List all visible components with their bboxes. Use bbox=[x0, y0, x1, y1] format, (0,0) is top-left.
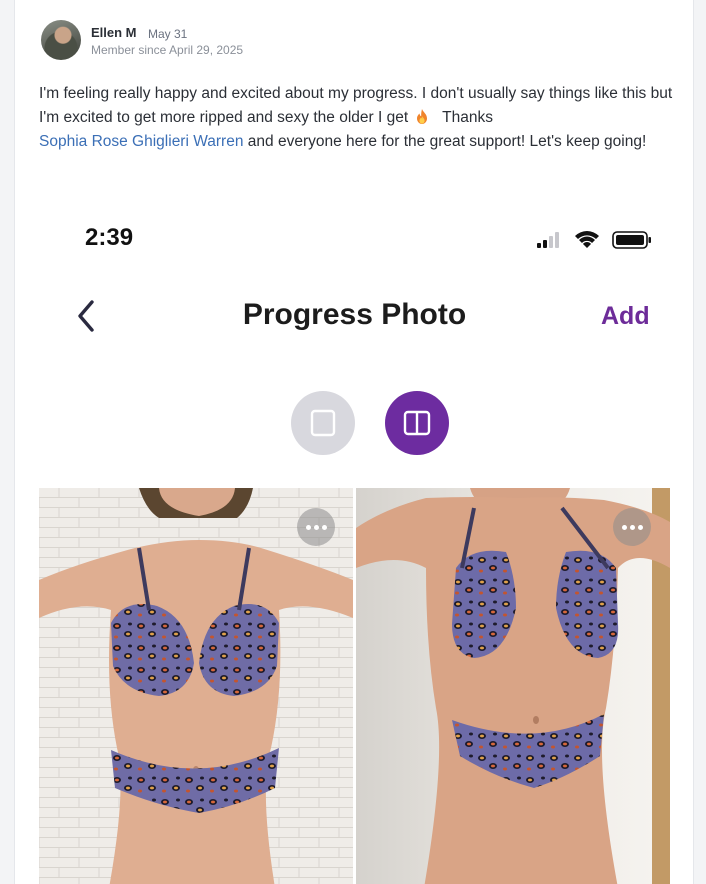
wifi-icon bbox=[575, 231, 599, 248]
mention-link[interactable]: Sophia Rose Ghiglieri Warren bbox=[39, 133, 243, 150]
author-name[interactable]: Ellen M bbox=[91, 25, 137, 40]
member-since: Member since April 29, 2025 bbox=[91, 43, 244, 57]
split-view-button[interactable] bbox=[385, 391, 449, 455]
single-frame-icon bbox=[310, 409, 336, 437]
progress-photo-screenshot: 2:39 Progress Photo Add bbox=[39, 208, 670, 884]
post-card: Ellen M May 31 Member since April 29, 20… bbox=[14, 0, 694, 884]
fire-emoji-icon bbox=[417, 109, 428, 124]
before-photo-image bbox=[39, 488, 353, 884]
avatar[interactable] bbox=[41, 20, 81, 60]
status-bar-icons bbox=[537, 231, 651, 249]
post-text-2: Thanks bbox=[442, 109, 493, 126]
after-photo-more-button[interactable] bbox=[613, 508, 651, 546]
post-text-3: and everyone here for the great support!… bbox=[247, 133, 647, 150]
status-time: 2:39 bbox=[85, 224, 134, 251]
signal-icon bbox=[537, 232, 559, 248]
battery-icon bbox=[612, 231, 651, 249]
post-text-1: I'm feeling really happy and excited abo… bbox=[39, 85, 673, 126]
add-button[interactable]: Add bbox=[601, 302, 650, 331]
split-frame-icon bbox=[403, 410, 431, 436]
after-photo[interactable] bbox=[356, 488, 670, 884]
before-photo[interactable] bbox=[39, 488, 353, 884]
post-body: I'm feeling really happy and excited abo… bbox=[39, 82, 679, 154]
after-photo-image bbox=[356, 488, 670, 884]
nav-title: Progress Photo bbox=[242, 298, 467, 331]
before-photo-more-button[interactable] bbox=[297, 508, 335, 546]
single-view-button[interactable] bbox=[291, 391, 355, 455]
post-date: May 31 bbox=[148, 27, 188, 41]
